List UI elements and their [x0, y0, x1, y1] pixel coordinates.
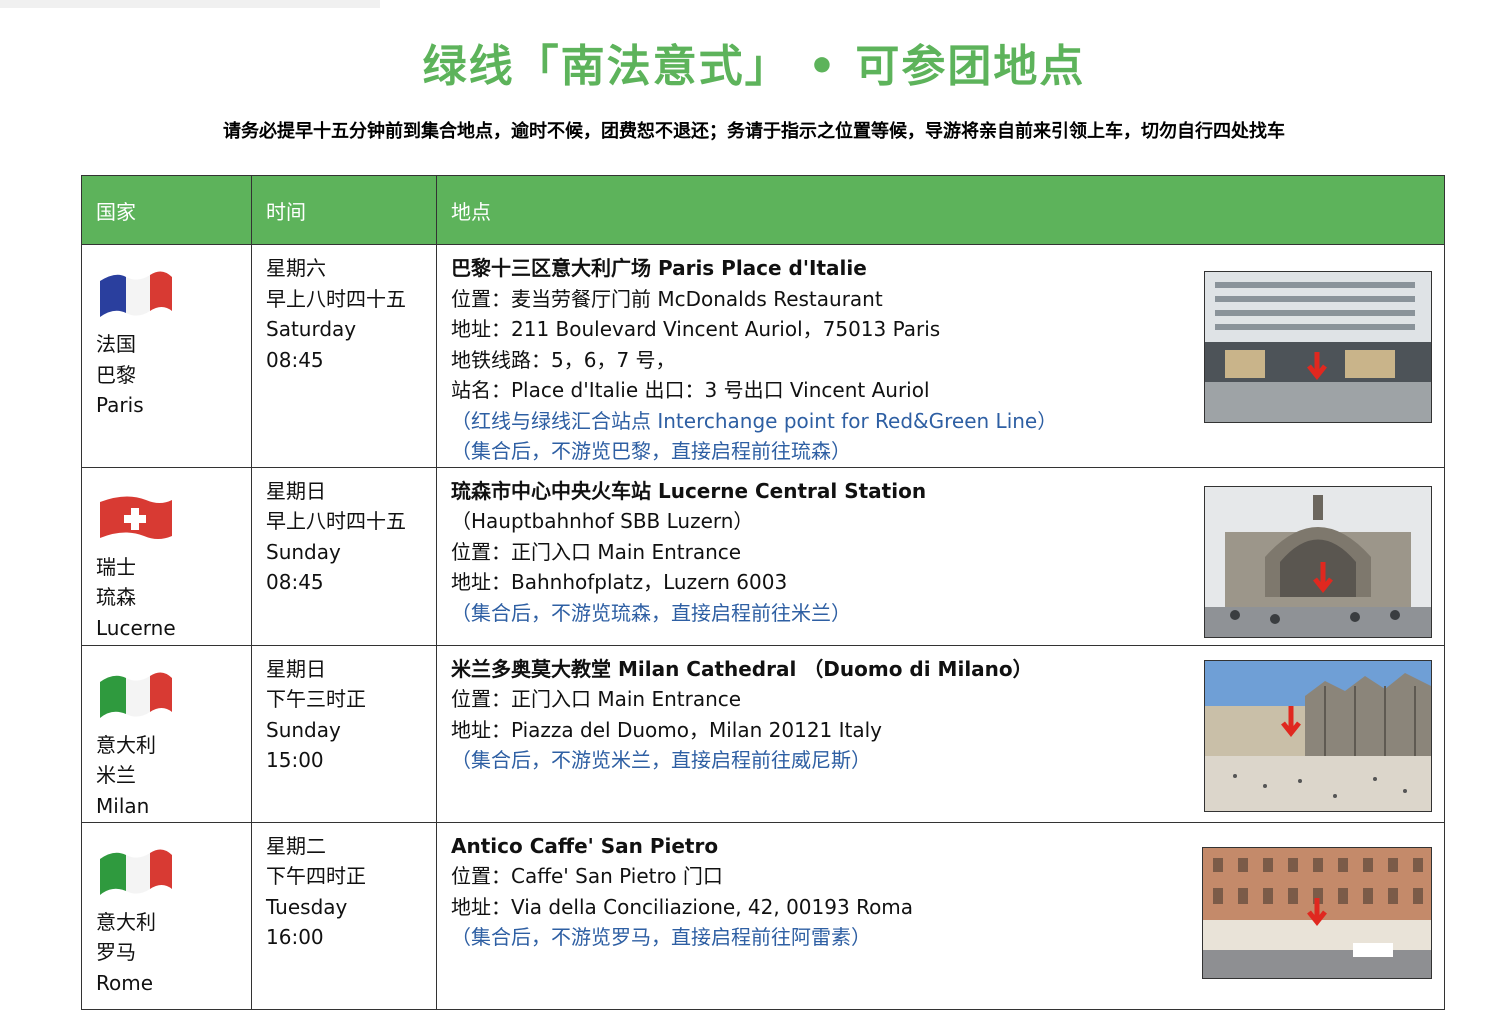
weekday-en: Saturday: [266, 317, 357, 341]
city-name-cn: 琉森: [96, 585, 136, 609]
meeting-points-table: 国家 时间 地点 法国 巴黎 Paris 星期六 早上八时四十五 Saturda…: [81, 175, 1445, 1010]
location-note: （集合后，不游览巴黎，直接启程前往琉森）: [451, 439, 851, 463]
page-title: 绿线「南法意式」 • 可参团地点: [422, 41, 1086, 92]
table-row: 瑞士 琉森 Lucerne 星期日 早上八时四十五 Sunday 08:45 琉…: [81, 466, 1445, 646]
weekday-cn: 星期六: [266, 256, 326, 280]
rome-cafe-photo: [1202, 846, 1432, 979]
city-name-cn: 巴黎: [96, 362, 136, 387]
weekday-cn: 星期日: [266, 656, 326, 681]
country-cell: 意大利 罗马 Rome: [81, 821, 252, 1010]
city-name-en: Paris: [96, 393, 144, 417]
italy-flag-icon: [100, 671, 172, 718]
france-flag-icon: [100, 271, 172, 317]
milan-cathedral-photo: [1204, 659, 1432, 812]
italy-flag-icon: [100, 848, 172, 895]
notice-text: 请务必提早十五分钟前到集合地点，逾时不候，团费恕不退还；务请于指示之位置等候，导…: [223, 121, 1285, 142]
time-cn: 下午四时正: [266, 864, 366, 888]
country-cell: 瑞士 琉森 Lucerne: [81, 466, 252, 646]
header-location: 地点: [436, 175, 1445, 245]
location-cell: Antico Caffe' San Pietro 位置：Caffe' San P…: [436, 821, 1445, 1010]
lucerne-station-photo: [1204, 485, 1432, 638]
country-name: 意大利: [96, 732, 156, 757]
city-name-cn: 罗马: [96, 940, 136, 964]
city-name-en: Milan: [96, 793, 150, 818]
location-cell: 琉森市中心中央火车站 Lucerne Central Station （Haup…: [436, 466, 1445, 646]
weekday-cn: 星期日: [266, 478, 326, 503]
time-value: 16:00: [266, 925, 324, 949]
time-cell: 星期二 下午四时正 Tuesday 16:00: [251, 821, 437, 1010]
time-cn: 下午三时正: [266, 687, 366, 711]
time-cell: 星期日 下午三时正 Sunday 15:00: [251, 644, 437, 823]
time-value: 08:45: [266, 570, 324, 594]
time-cell: 星期六 早上八时四十五 Saturday 08:45: [251, 244, 437, 468]
paris-building-photo: [1204, 271, 1432, 423]
time-cn: 早上八时四十五: [266, 286, 406, 311]
city-name-en: Lucerne: [96, 615, 176, 640]
weekday-en: Tuesday: [266, 894, 348, 919]
weekday-en: Sunday: [266, 717, 341, 742]
top-rule: [0, 0, 380, 8]
table-header-row: 国家 时间 地点: [81, 175, 1445, 245]
location-cell: 巴黎十三区意大利广场 Paris Place d'Italie 位置：麦当劳餐厅…: [436, 244, 1445, 468]
header-time: 时间: [251, 175, 437, 245]
table-row: 意大利 罗马 Rome 星期二 下午四时正 Tuesday 16:00 Anti…: [81, 821, 1445, 1010]
time-cn: 早上八时四十五: [266, 509, 406, 533]
country-name: 瑞士: [96, 554, 136, 579]
time-value: 08:45: [266, 347, 324, 372]
header-country: 国家: [81, 175, 252, 245]
switzerland-flag-icon: [100, 495, 172, 539]
country-cell: 意大利 米兰 Milan: [81, 644, 252, 823]
table-row: 意大利 米兰 Milan 星期日 下午三时正 Sunday 15:00 米兰多奥…: [81, 644, 1445, 823]
table-row: 法国 巴黎 Paris 星期六 早上八时四十五 Saturday 08:45 巴…: [81, 244, 1445, 468]
time-cell: 星期日 早上八时四十五 Sunday 08:45: [251, 466, 437, 646]
city-name-cn: 米兰: [96, 763, 136, 787]
country-cell: 法国 巴黎 Paris: [81, 244, 252, 468]
location-cell: 米兰多奥莫大教堂 Milan Cathedral （Duomo di Milan…: [436, 644, 1445, 823]
country-name: 法国: [96, 332, 136, 356]
time-value: 15:00: [266, 748, 324, 772]
weekday-en: Sunday: [266, 539, 341, 564]
city-name-en: Rome: [96, 970, 154, 995]
country-name: 意大利: [96, 909, 156, 934]
weekday-cn: 星期二: [266, 833, 326, 858]
